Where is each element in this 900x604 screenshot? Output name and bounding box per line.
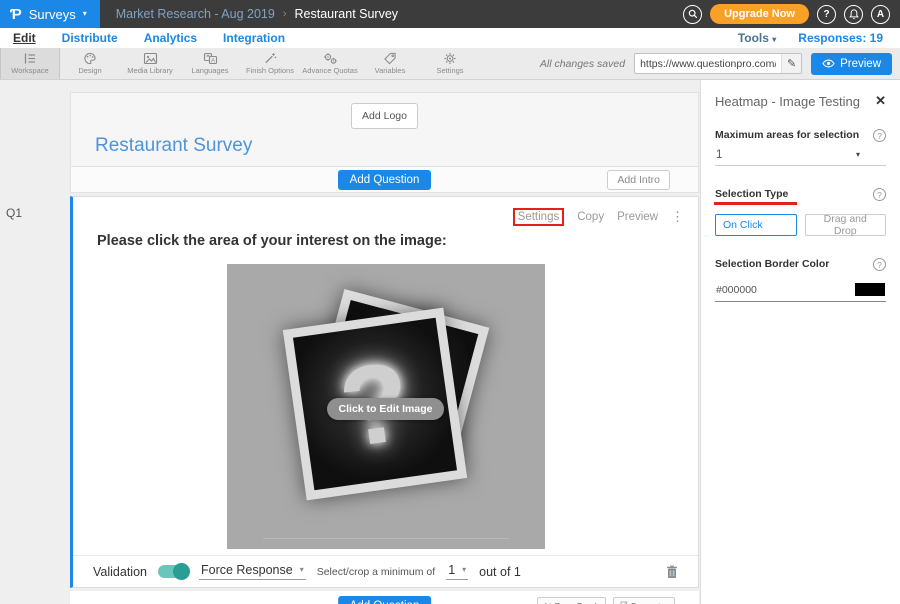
validation-type-dropdown[interactable]: Force Response ▾ (199, 563, 306, 580)
chevron-down-icon: ▾ (462, 566, 466, 574)
question-settings-panel: Heatmap - Image Testing ✕ Maximum areas … (700, 80, 900, 604)
question-number-label: Q1 (6, 206, 22, 220)
add-intro-button[interactable]: Add Intro (607, 170, 670, 190)
survey-header-actions: Add Question Add Intro (71, 166, 698, 192)
tools-menu[interactable]: Tools ▾ (738, 31, 776, 45)
color-swatch[interactable] (855, 283, 885, 296)
min-selection-suffix: out of 1 (479, 565, 521, 579)
breadcrumb-survey-folder[interactable]: Market Research - Aug 2019 (116, 7, 275, 21)
breadcrumb-separator-icon: › (283, 8, 287, 20)
help-icon[interactable]: ? (873, 258, 886, 271)
close-icon[interactable]: ✕ (875, 93, 886, 109)
add-question-button-top[interactable]: Add Question (338, 170, 432, 190)
chevron-down-icon: ▾ (83, 10, 87, 18)
toolbar-item-languages[interactable]: A Languages (180, 48, 240, 79)
question-copy-link[interactable]: Copy (577, 211, 604, 223)
click-to-edit-image-button[interactable]: Click to Edit Image (327, 398, 445, 420)
border-color-label: Selection Border Color (715, 258, 829, 270)
questionpro-logo-icon: Ƥ (10, 6, 22, 23)
toolbar-item-variables[interactable]: Variables (360, 48, 420, 79)
gear-icon (443, 52, 457, 65)
preview-button[interactable]: Preview (811, 53, 892, 75)
min-value-dropdown[interactable]: 1 ▾ (446, 563, 468, 580)
product-name: Surveys (29, 7, 76, 22)
panel-title: Heatmap - Image Testing (715, 94, 860, 109)
separator-button[interactable]: ☑ Separator (613, 597, 675, 604)
page-break-button[interactable]: ✂ Page Break (537, 597, 606, 604)
svg-text:A: A (210, 58, 214, 64)
add-question-button-bottom[interactable]: Add Question (338, 596, 432, 604)
toolbar-item-design[interactable]: Design (60, 48, 120, 79)
notifications-bell-icon[interactable] (844, 5, 863, 24)
tab-edit[interactable]: Edit (13, 31, 36, 45)
account-avatar[interactable]: A (871, 5, 890, 24)
survey-url-input[interactable] (635, 58, 781, 70)
question-preview-link[interactable]: Preview (617, 211, 658, 223)
toolbar-item-workspace[interactable]: Workspace (0, 48, 60, 79)
selection-type-drag-drop-button[interactable]: Drag and Drop (805, 214, 887, 236)
translate-icon: A (203, 52, 218, 65)
search-icon[interactable] (683, 5, 702, 24)
validation-label: Validation (93, 565, 147, 579)
tab-integration[interactable]: Integration (223, 31, 285, 45)
question-more-menu-icon[interactable]: ⋮ (671, 209, 684, 225)
toolbar-item-finish-options[interactable]: Finish Options (240, 48, 300, 79)
survey-title[interactable]: Restaurant Survey (95, 135, 698, 157)
delete-question-trash-icon[interactable] (666, 565, 678, 579)
heatmap-image-placeholder[interactable]: ? Click to Edit Image (227, 264, 545, 549)
min-selection-prefix: Select/crop a minimum of (317, 566, 435, 578)
checkbox-icon: ☑ (620, 600, 628, 604)
chevron-down-icon: ▾ (772, 35, 776, 44)
help-icon[interactable]: ? (817, 5, 836, 24)
image-icon (143, 52, 158, 65)
between-questions-bar: Add Question ✂ Page Break ☑ Separator (70, 591, 699, 604)
help-icon[interactable]: ? (873, 129, 886, 142)
toolbar-item-settings[interactable]: Settings (420, 48, 480, 79)
eye-icon (822, 59, 835, 68)
border-color-picker[interactable]: #000000 (715, 278, 886, 302)
edit-url-pencil-icon[interactable]: ✎ (781, 54, 801, 73)
validation-bar: Validation Force Response ▾ Select/crop … (73, 555, 698, 587)
topbar-actions: Upgrade Now ? A (683, 4, 900, 24)
surveys-product-menu[interactable]: Ƥ Surveys ▾ (0, 0, 100, 28)
max-areas-select[interactable]: 1 ▾ (715, 142, 886, 166)
magic-wand-icon (263, 52, 277, 65)
section-nav: Edit Distribute Analytics Integration To… (0, 28, 900, 48)
palette-icon (83, 52, 97, 65)
tag-icon (383, 52, 397, 65)
breadcrumb: Market Research - Aug 2019 › Restaurant … (116, 7, 398, 21)
scissors-icon: ✂ (544, 600, 551, 604)
add-logo-button[interactable]: Add Logo (351, 103, 418, 129)
workspace-icon (23, 52, 37, 65)
survey-editor-canvas: Q1 Add Logo Restaurant Survey Add Questi… (0, 80, 700, 604)
toolbar-item-media-library[interactable]: Media Library (120, 48, 180, 79)
upgrade-now-button[interactable]: Upgrade Now (710, 4, 809, 24)
selection-type-label: Selection Type (715, 188, 788, 200)
breadcrumb-survey-name: Restaurant Survey (295, 7, 399, 21)
max-areas-label: Maximum areas for selection (715, 129, 859, 141)
chevron-down-icon: ▾ (300, 566, 304, 574)
tab-distribute[interactable]: Distribute (62, 31, 118, 45)
placeholder-divider (263, 538, 509, 539)
survey-header-card: Add Logo Restaurant Survey Add Question … (70, 92, 699, 193)
question-settings-link[interactable]: Settings (513, 208, 565, 226)
question-text[interactable]: Please click the area of your interest o… (97, 233, 447, 249)
save-status-text: All changes saved (540, 58, 625, 70)
tab-analytics[interactable]: Analytics (144, 31, 197, 45)
question-card: Settings Copy Preview ⋮ Please click the… (70, 196, 699, 588)
validation-toggle[interactable] (158, 565, 188, 578)
responses-count-link[interactable]: Responses: 19 (798, 31, 883, 45)
selection-type-on-click-button[interactable]: On Click (715, 214, 797, 236)
toolbar-item-advance-quotas[interactable]: Advance Quotas (300, 48, 360, 79)
top-bar: Ƥ Surveys ▾ Market Research - Aug 2019 ›… (0, 0, 900, 28)
help-icon[interactable]: ? (873, 188, 886, 201)
quotas-gears-icon (323, 52, 338, 65)
survey-url-field: ✎ (634, 53, 802, 74)
chevron-down-icon: ▾ (856, 151, 860, 159)
border-color-value: #000000 (716, 284, 757, 296)
editor-toolbar: Workspace Design Media Library A Languag… (0, 48, 900, 80)
